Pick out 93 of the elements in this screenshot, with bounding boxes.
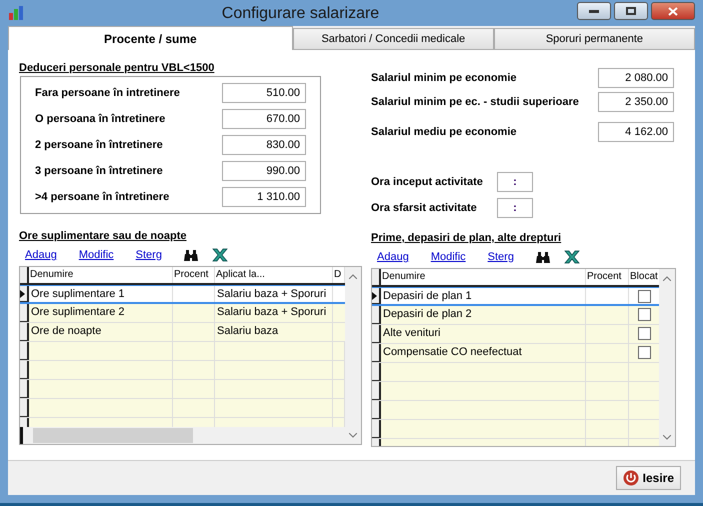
close-button[interactable] bbox=[651, 2, 695, 20]
horizontal-scrollbar[interactable] bbox=[20, 427, 345, 444]
time-field[interactable]: : bbox=[497, 198, 533, 218]
table-row[interactable]: Ore suplimentare 2 Salariu baza + Sporuri bbox=[20, 304, 345, 323]
table-row[interactable]: Alte venituri bbox=[372, 325, 659, 344]
maximize-icon bbox=[626, 7, 636, 15]
table-cell: Salariu baza + Sporuri bbox=[215, 304, 333, 322]
row-header[interactable] bbox=[372, 363, 381, 381]
table-row[interactable]: Ore de noapte Salariu baza bbox=[20, 323, 345, 342]
table-cell: Ore suplimentare 1 bbox=[29, 286, 173, 302]
field-label: Fara persoane în intretinere bbox=[35, 87, 180, 99]
column-header[interactable]: Procent bbox=[173, 267, 215, 283]
table-cell: Depasiri de plan 2 bbox=[381, 306, 586, 324]
table-cell: Compensatie CO neefectuat bbox=[381, 344, 586, 362]
close-icon bbox=[668, 6, 678, 16]
power-icon bbox=[622, 470, 639, 486]
row-header[interactable] bbox=[20, 361, 29, 379]
row-header[interactable] bbox=[372, 288, 381, 304]
excel-icon[interactable] bbox=[564, 250, 580, 264]
field-label: >4 persoane în întretinere bbox=[35, 191, 170, 203]
checkbox[interactable] bbox=[638, 290, 651, 303]
field-label: Ora inceput activitate bbox=[371, 176, 484, 188]
tab[interactable]: Procente / sume bbox=[8, 26, 293, 50]
toolbar-link[interactable]: Adaug bbox=[25, 249, 57, 261]
field-label: Salariul minim pe economie bbox=[371, 72, 516, 84]
scroll-thumb[interactable] bbox=[33, 428, 193, 443]
time-field[interactable]: : bbox=[497, 172, 533, 192]
window-title: Configurare salarizare bbox=[220, 4, 380, 23]
row-header[interactable] bbox=[20, 342, 29, 360]
toolbar-link[interactable]: Sterg bbox=[136, 249, 162, 261]
field-label: Ora sfarsit activitate bbox=[371, 202, 478, 214]
amount-field[interactable]: 510.00 bbox=[222, 83, 306, 103]
amount-field[interactable]: 1 310.00 bbox=[222, 187, 306, 207]
amount-field[interactable]: 990.00 bbox=[222, 161, 306, 181]
row-header[interactable] bbox=[372, 382, 381, 400]
section-heading: Prime, depasiri de plan, alte drepturi bbox=[371, 232, 562, 244]
tab[interactable]: Sarbatori / Concedii medicale bbox=[292, 28, 494, 50]
amount-field[interactable]: 2 350.00 bbox=[598, 92, 674, 112]
table-row[interactable]: Ore suplimentare 1 Salariu baza + Sporuri bbox=[20, 285, 345, 304]
toolbar-link[interactable]: Sterg bbox=[488, 251, 514, 263]
row-header[interactable] bbox=[372, 420, 381, 438]
binoculars-icon[interactable] bbox=[536, 252, 550, 262]
table-cell: Depasiri de plan 1 bbox=[381, 288, 586, 304]
table-cell: Salariu baza + Sporuri bbox=[215, 286, 333, 302]
row-header[interactable] bbox=[372, 401, 381, 419]
row-pointer-icon bbox=[372, 292, 377, 300]
amount-field[interactable]: 830.00 bbox=[222, 135, 306, 155]
field-label: Salariul mediu pe economie bbox=[371, 126, 516, 138]
toolbar-link[interactable]: Modific bbox=[430, 251, 466, 263]
field-label: 3 persoane în întretinere bbox=[35, 165, 163, 177]
table-cell: Alte venituri bbox=[381, 325, 586, 343]
checkbox[interactable] bbox=[638, 346, 651, 359]
row-header[interactable] bbox=[372, 306, 381, 324]
column-header[interactable]: Aplicat la... bbox=[215, 267, 333, 283]
field-label: Salariul minim pe ec. - studii superioare bbox=[371, 96, 579, 108]
toolbar-link[interactable]: Adaug bbox=[377, 251, 409, 263]
excel-icon[interactable] bbox=[212, 248, 228, 262]
table-cell: Ore suplimentare 2 bbox=[29, 304, 173, 322]
toolbar-link[interactable]: Modific bbox=[78, 249, 114, 261]
minimize-icon bbox=[589, 10, 599, 12]
section-heading: Deduceri personale pentru VBL<1500 bbox=[19, 62, 214, 74]
row-header[interactable] bbox=[20, 286, 29, 302]
tab[interactable]: Sporuri permanente bbox=[494, 28, 695, 50]
column-header[interactable]: Procent bbox=[586, 269, 629, 285]
minimize-button[interactable] bbox=[577, 2, 611, 20]
row-header[interactable] bbox=[20, 380, 29, 398]
table-row[interactable]: Depasiri de plan 2 bbox=[372, 306, 659, 325]
field-label: O persoana în întretinere bbox=[35, 113, 166, 125]
app-icon bbox=[8, 5, 24, 21]
table-row[interactable]: Depasiri de plan 1 bbox=[372, 287, 659, 306]
row-pointer-icon bbox=[20, 290, 25, 298]
row-header[interactable] bbox=[20, 399, 29, 417]
row-header[interactable] bbox=[20, 304, 29, 322]
binoculars-icon[interactable] bbox=[184, 250, 198, 260]
column-header[interactable]: Denumire bbox=[29, 267, 173, 283]
row-header[interactable] bbox=[372, 344, 381, 362]
table-row[interactable]: Compensatie CO neefectuat bbox=[372, 344, 659, 363]
vertical-scrollbar[interactable] bbox=[659, 269, 675, 446]
table-cell: Salariu baza bbox=[215, 323, 333, 341]
section-heading: Ore suplimentare sau de noapte bbox=[19, 230, 186, 242]
exit-button[interactable]: Iesire bbox=[616, 466, 681, 490]
amount-field[interactable]: 2 080.00 bbox=[598, 68, 674, 88]
row-header[interactable] bbox=[20, 323, 29, 341]
maximize-button[interactable] bbox=[614, 2, 648, 20]
table-cell: Ore de noapte bbox=[29, 323, 173, 341]
row-header[interactable] bbox=[372, 325, 381, 343]
checkbox[interactable] bbox=[638, 308, 651, 321]
column-header[interactable]: Denumire bbox=[381, 269, 586, 285]
checkbox[interactable] bbox=[638, 327, 651, 340]
vertical-scrollbar[interactable] bbox=[345, 267, 361, 444]
amount-field[interactable]: 4 162.00 bbox=[598, 122, 674, 142]
amount-field[interactable]: 670.00 bbox=[222, 109, 306, 129]
field-label: 2 persoane în întretinere bbox=[35, 139, 163, 151]
